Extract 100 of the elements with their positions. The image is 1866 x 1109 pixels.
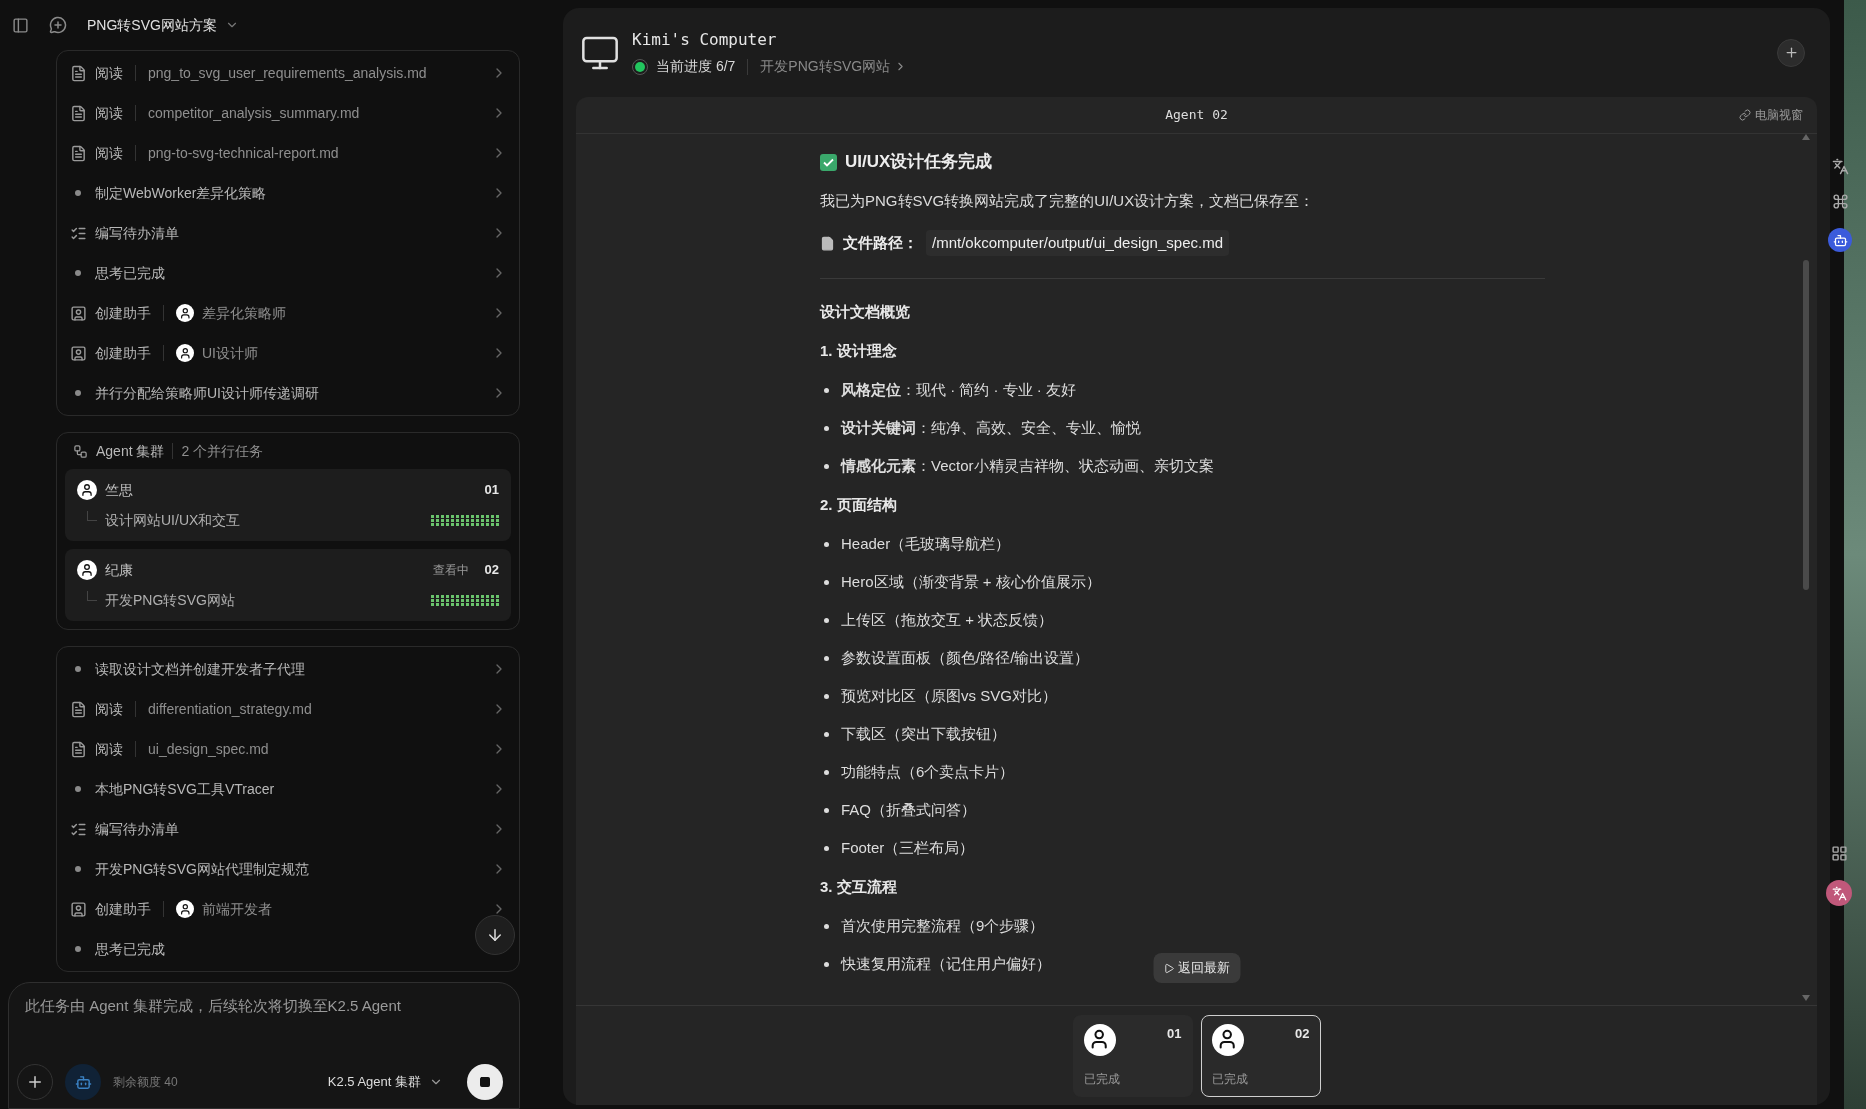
agent-card[interactable]: 竺思 01 设计网站UI/UX和交互 <box>65 469 511 541</box>
translate-icon[interactable] <box>1831 158 1849 175</box>
agent-name: 纪康 <box>105 560 133 580</box>
document-icon <box>69 64 87 82</box>
computer-view-link[interactable]: 电脑视窗 <box>1739 106 1803 124</box>
intro-text: 我已为PNG转SVG转换网站完成了完整的UI/UX设计方案，文档已保存至： <box>820 190 1315 211</box>
composer-notice: 此任务由 Agent 集群完成，后续轮次将切换至K2.5 Agent <box>25 996 402 1016</box>
agent-number: 02 <box>484 561 499 580</box>
list-item-text: 预览对比区（原图vs SVG对比） <box>841 685 1057 706</box>
avatar-icon <box>77 480 97 500</box>
scrollbar[interactable] <box>1801 134 1811 1001</box>
scroll-up-icon[interactable] <box>1802 134 1810 140</box>
step-label: 思考已完成 <box>95 939 165 959</box>
bot-icon <box>74 1073 92 1091</box>
step-target: UI设计师 <box>202 343 258 363</box>
task-link[interactable]: 开发PNG转SVG网站 <box>760 56 908 77</box>
command-icon[interactable] <box>1831 193 1849 210</box>
step-target: competitor_analysis_summary.md <box>148 103 360 123</box>
step-target: png-to-svg-technical-report.md <box>148 143 339 163</box>
file-path-label: 文件路径： <box>843 232 918 253</box>
bullet-icon <box>824 425 829 431</box>
list-item-text: Footer（三栏布局） <box>841 837 975 858</box>
project-title-dropdown[interactable]: PNG转SVG网站方案 <box>87 14 239 36</box>
list-item-text: 情感化元素：Vector小精灵吉祥物、状态动画、亲切文案 <box>841 455 1214 476</box>
avatar-icon <box>176 304 194 322</box>
list-item-text: 下载区（突出下载按钮） <box>841 723 1006 744</box>
plus-icon <box>26 1073 44 1091</box>
plus-icon <box>1783 45 1799 60</box>
step-label: 阅读 <box>95 739 123 759</box>
agent-status: 查看中 <box>432 562 469 579</box>
bullet-icon <box>824 807 829 813</box>
new-chat-icon[interactable] <box>49 16 67 34</box>
list-item-text: 参数设置面板（颜色/路径/输出设置） <box>841 647 1090 668</box>
model-dropdown[interactable]: K2.5 Agent 集群 <box>327 1072 443 1092</box>
scroll-down-icon[interactable] <box>1802 995 1810 1001</box>
user-icon <box>69 344 87 362</box>
avatar-icon <box>77 560 97 580</box>
step-target: 差异化策略师 <box>202 303 286 323</box>
agent-card[interactable]: 纪康 查看中 02 开发PNG转SVG网站 <box>65 549 511 621</box>
dotted-progress-icon <box>431 594 499 606</box>
list-item-text: 风格定位：现代 · 简约 · 专业 · 友好 <box>841 379 1076 400</box>
step-label: 思考已完成 <box>95 263 165 283</box>
step-target: ui_design_spec.md <box>148 739 269 759</box>
composer-box[interactable]: 此任务由 Agent 集群完成，后续轮次将切换至K2.5 Agent 剩余额度 40 K2.5 Agent 集群 <box>8 982 520 1109</box>
bullet-icon <box>824 731 829 737</box>
assistant-bot-icon[interactable] <box>1828 228 1852 252</box>
step-label: 本地PNG转SVG工具VTracer <box>95 779 275 799</box>
step-label: 编写待办清单 <box>95 819 179 839</box>
bullet-icon <box>824 961 829 967</box>
step-label: 创建助手 <box>95 343 151 363</box>
link-icon <box>1739 109 1751 121</box>
return-latest-button[interactable]: 返回最新 <box>1153 953 1240 983</box>
agent-number: 01 <box>484 481 499 500</box>
step-target: 前端开发者 <box>202 899 272 919</box>
bullet-icon <box>824 693 829 699</box>
bullet-icon <box>824 617 829 623</box>
list-item-text: Header（毛玻璃导航栏） <box>841 533 1011 554</box>
document-icon <box>69 740 87 758</box>
section-heading: 设计文档概览 <box>820 301 910 322</box>
step-label: 读取设计文档并创建开发者子代理 <box>95 659 305 679</box>
agent-task: 开发PNG转SVG网站 <box>105 590 235 610</box>
progress-label: 当前进度 6/7 <box>656 57 736 76</box>
cluster-count: 2 个并行任务 <box>181 441 264 461</box>
translate-icon[interactable] <box>1826 880 1852 906</box>
cluster-title: Agent 集群 <box>96 441 165 461</box>
step-label: 编写待办清单 <box>95 223 179 243</box>
viewer-title: Agent 02 <box>1165 106 1228 125</box>
bullet-icon <box>824 579 829 585</box>
avatar-icon <box>1211 1023 1244 1056</box>
bullet-icon <box>824 387 829 393</box>
step-label: 创建助手 <box>95 899 151 919</box>
file-icon <box>820 235 835 251</box>
scroll-down-button[interactable] <box>475 915 515 955</box>
step-target: png_to_svg_user_requirements_analysis.md <box>148 63 427 83</box>
sidebar-toggle-icon[interactable] <box>12 16 29 34</box>
play-icon <box>1163 962 1174 974</box>
user-icon <box>69 304 87 322</box>
document-heading: UI/UX设计任务完成 <box>845 151 993 174</box>
document-icon <box>69 700 87 718</box>
agent-tab[interactable]: 01 已完成 <box>1072 1014 1193 1097</box>
bullet-icon <box>824 769 829 775</box>
apps-icon[interactable] <box>1830 845 1848 862</box>
cluster-icon <box>73 443 88 459</box>
add-button[interactable] <box>1777 38 1805 67</box>
list-item-text: 设计关键词：纯净、高效、安全、专业、愉悦 <box>841 417 1141 438</box>
list-item-text: 快速复用流程（记住用户偏好） <box>841 953 1051 974</box>
avatar-icon <box>1083 1023 1116 1056</box>
subsection-heading: 2. 页面结构 <box>820 494 897 515</box>
subsection-heading: 1. 设计理念 <box>820 340 897 361</box>
list-item-text: 上传区（拖放交互 + 状态反馈） <box>841 609 1054 630</box>
agent-tab[interactable]: 02 已完成 <box>1200 1014 1321 1097</box>
dotted-progress-icon <box>431 514 499 526</box>
document-icon <box>69 104 87 122</box>
stop-icon <box>479 1076 491 1088</box>
step-label: 开发PNG转SVG网站代理制定规范 <box>95 859 309 879</box>
computer-title: Kimi's Computer <box>632 29 778 51</box>
step-label: 阅读 <box>95 63 123 83</box>
stop-button[interactable] <box>467 1064 503 1100</box>
list-item-text: 功能特点（6个卖点卡片） <box>841 761 1015 782</box>
agent-task: 设计网站UI/UX和交互 <box>105 510 241 530</box>
